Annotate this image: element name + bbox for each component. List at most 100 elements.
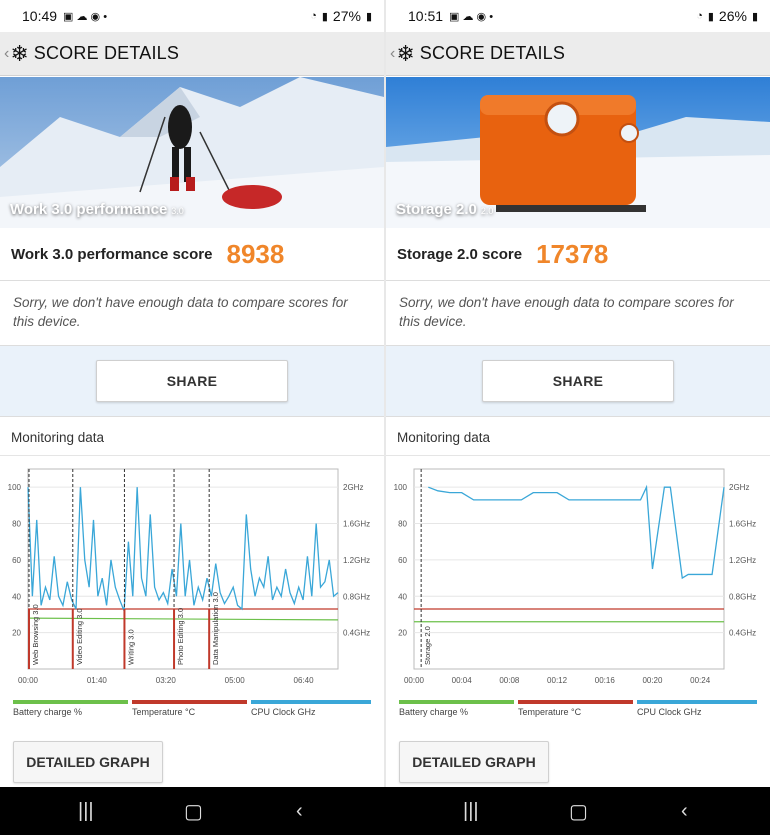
chart-legend: Battery charge % Temperature °C CPU Cloc… xyxy=(386,700,770,720)
x-tick: 00:04 xyxy=(452,676,473,685)
y-tick-right: 0.4GHz xyxy=(343,629,370,638)
y-tick-left: 40 xyxy=(12,592,21,601)
x-tick: 05:00 xyxy=(225,676,246,685)
app-bar: ‹ ❄ SCORE DETAILS xyxy=(386,32,770,76)
wifi-icon: ◔ xyxy=(310,10,317,22)
back-icon[interactable]: ‹ xyxy=(296,799,303,823)
y-tick-right: 0.8GHz xyxy=(729,592,756,601)
screen-left: 10:49 ▣ ☁ ◉ • ◔ ▮ 27% ▮ ‹ ❄ SCORE DETAILS Wo… xyxy=(0,0,384,787)
legend-temperature: Temperature °C xyxy=(518,700,633,717)
status-bar: 10:49 ▣ ☁ ◉ • ◔ ▮ 27% ▮ xyxy=(0,0,384,32)
notification-icons: ▣ ☁ ◉ • xyxy=(63,10,108,23)
app-bar: ‹ ❄ SCORE DETAILS xyxy=(0,32,384,76)
comparison-message: Sorry, we don't have enough data to comp… xyxy=(0,282,384,346)
score-value: 8938 xyxy=(226,239,285,269)
snowflake-logo-icon: ❄ xyxy=(396,40,415,66)
y-tick-left: 100 xyxy=(394,483,408,492)
y-tick-right: 2GHz xyxy=(343,483,363,492)
x-tick: 00:12 xyxy=(547,676,568,685)
legend-cpu: CPU Clock GHz xyxy=(251,700,371,717)
y-tick-left: 40 xyxy=(398,592,407,601)
score-label: Storage 2.0 score xyxy=(397,246,523,263)
plot-area xyxy=(413,468,725,670)
status-time: 10:51 xyxy=(408,8,444,24)
screen-right: 10:51 ▣ ☁ ◉ • ◔ ▮ 26% ▮ ‹ ❄ SCORE DETAILS St… xyxy=(386,0,770,787)
status-battery: 27% xyxy=(332,8,361,24)
y-tick-right: 1.2GHz xyxy=(729,556,756,565)
x-tick: 00:20 xyxy=(642,676,663,685)
y-tick-left: 80 xyxy=(12,520,21,529)
workload-marker-label: Data Manipulation 3.0 xyxy=(211,592,220,665)
home-icon[interactable]: ▢ xyxy=(184,799,203,823)
y-tick-right: 1.2GHz xyxy=(343,556,370,565)
legend-cpu: CPU Clock GHz xyxy=(637,700,757,717)
detailed-graph-button[interactable]: DETAILED GRAPH xyxy=(13,741,163,783)
detailed-graph-button[interactable]: DETAILED GRAPH xyxy=(399,741,549,783)
app-title: SCORE DETAILS xyxy=(33,43,180,63)
y-tick-right: 1.6GHz xyxy=(343,520,370,529)
score-row: Work 3.0 performance score 8938 xyxy=(0,229,384,281)
y-tick-right: 1.6GHz xyxy=(729,520,756,529)
recent-apps-icon[interactable]: ||| xyxy=(463,799,479,823)
monitoring-chart: 100 2GHz 80 1.6GHz 60 1.2GHz 40 0.8GHz 20 0.4GHz 0… xyxy=(386,457,770,697)
workload-marker-label: Photo Editing 3.0 xyxy=(176,608,185,665)
wifi-icon: ◔ xyxy=(696,10,703,22)
x-tick: 00:08 xyxy=(499,676,520,685)
android-nav-bar: ||| ▢ ‹ ||| ▢ ‹ xyxy=(0,787,770,835)
y-tick-left: 60 xyxy=(398,556,407,565)
monitoring-chart: 100 2GHz 80 1.6GHz 60 1.2GHz 40 0.8GHz 20 0.4GHz 0… xyxy=(0,457,384,697)
share-button[interactable]: SHARE xyxy=(96,360,288,402)
signal-icon: ▮ xyxy=(321,10,328,23)
x-tick: 00:00 xyxy=(18,676,39,685)
share-button[interactable]: SHARE xyxy=(482,360,674,402)
y-tick-right: 0.4GHz xyxy=(729,629,756,638)
workload-marker-label: Video Editing 3.0 xyxy=(75,608,84,665)
status-bar: 10:51 ▣ ☁ ◉ • ◔ ▮ 26% ▮ xyxy=(386,0,770,32)
status-time: 10:49 xyxy=(22,8,58,24)
y-tick-left: 100 xyxy=(8,483,22,492)
score-value: 17378 xyxy=(536,239,609,269)
y-tick-right: 0.8GHz xyxy=(343,592,370,601)
score-label: Work 3.0 performance score xyxy=(11,246,213,263)
hero-label: Work 3.0 performance 3.0 xyxy=(10,201,184,218)
status-battery: 26% xyxy=(718,8,747,24)
comparison-message: Sorry, we don't have enough data to comp… xyxy=(386,282,770,346)
legend-temperature: Temperature °C xyxy=(132,700,247,717)
snowflake-logo-icon: ❄ xyxy=(10,40,29,66)
hero-label: Storage 2.0 2.0 xyxy=(396,201,494,218)
legend-battery: Battery charge % xyxy=(399,700,514,717)
legend-battery: Battery charge % xyxy=(13,700,128,717)
home-icon[interactable]: ▢ xyxy=(569,799,588,823)
y-tick-left: 80 xyxy=(398,520,407,529)
x-tick: 00:24 xyxy=(690,676,711,685)
share-area: SHARE xyxy=(0,346,384,416)
signal-icon: ▮ xyxy=(707,10,714,23)
monitoring-title: Monitoring data xyxy=(386,416,770,456)
y-tick-left: 20 xyxy=(398,629,407,638)
back-icon[interactable]: ‹ xyxy=(681,799,688,823)
recent-apps-icon[interactable]: ||| xyxy=(78,799,94,823)
y-tick-left: 20 xyxy=(12,629,21,638)
battery-icon: ▮ xyxy=(751,10,758,23)
battery-icon: ▮ xyxy=(365,10,372,23)
x-tick: 03:20 xyxy=(156,676,177,685)
workload-marker-label: Storage 2.0 xyxy=(423,626,432,665)
test-hero-image: Work 3.0 performance 3.0 xyxy=(0,77,384,228)
x-tick: 06:40 xyxy=(294,676,315,685)
score-row: Storage 2.0 score 17378 xyxy=(386,229,770,281)
x-tick: 00:00 xyxy=(404,676,425,685)
test-hero-image: Storage 2.0 2.0 xyxy=(386,77,770,228)
notification-icons: ▣ ☁ ◉ • xyxy=(449,10,494,23)
chart-legend: Battery charge % Temperature °C CPU Cloc… xyxy=(0,700,384,720)
monitoring-title: Monitoring data xyxy=(0,416,384,456)
workload-marker-label: Web Browsing 3.0 xyxy=(31,604,40,665)
x-tick: 01:40 xyxy=(87,676,108,685)
back-chevron-icon[interactable]: ‹ xyxy=(390,45,395,63)
app-title: SCORE DETAILS xyxy=(419,43,566,63)
y-tick-left: 60 xyxy=(12,556,21,565)
back-chevron-icon[interactable]: ‹ xyxy=(4,45,9,63)
share-area: SHARE xyxy=(386,346,770,416)
y-tick-right: 2GHz xyxy=(729,483,749,492)
x-tick: 00:16 xyxy=(595,676,616,685)
workload-marker-label: Writing 3.0 xyxy=(126,629,135,665)
